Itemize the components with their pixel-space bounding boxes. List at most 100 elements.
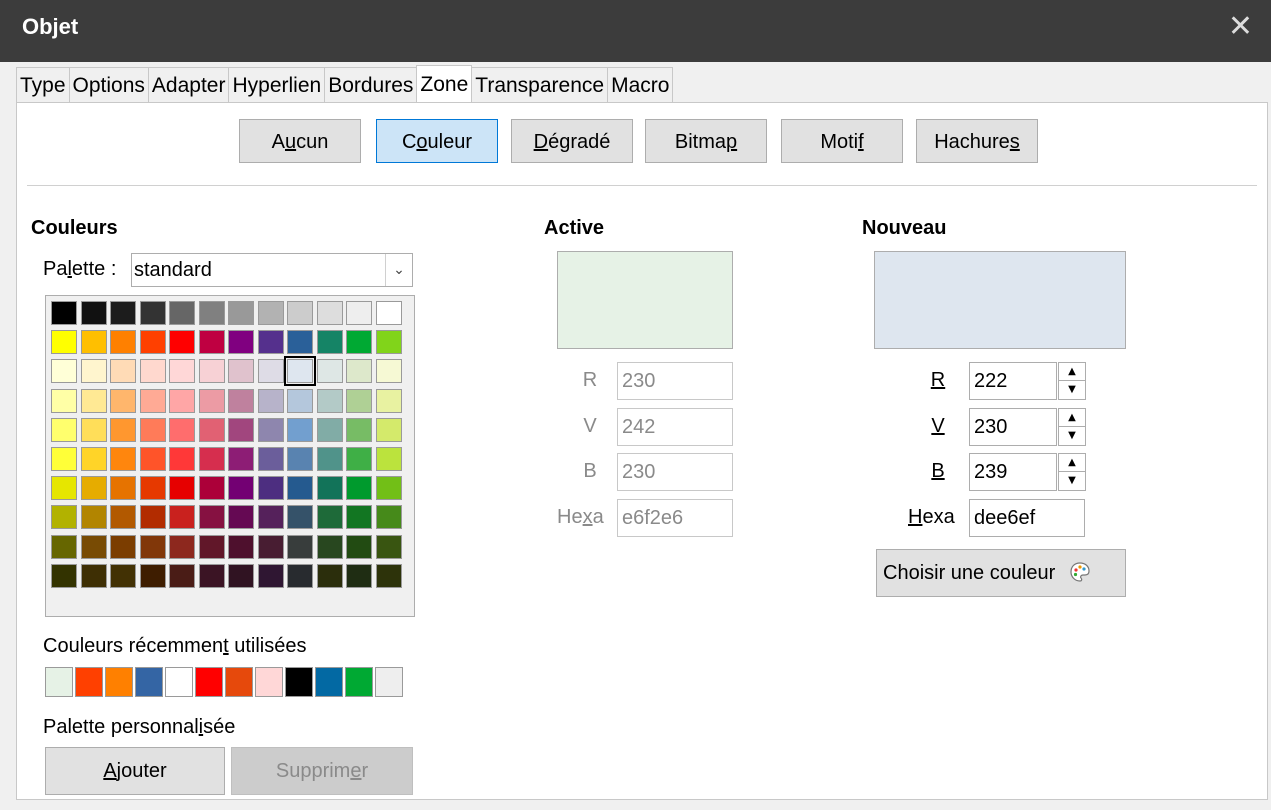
arrow-down-icon[interactable]: ▼ [1059,427,1085,444]
color-swatch[interactable] [346,330,372,355]
color-swatch[interactable] [228,301,254,325]
color-swatch[interactable] [228,388,254,413]
color-swatch[interactable] [375,301,402,325]
color-swatch[interactable] [375,476,402,501]
new-v-field[interactable]: 230 [969,408,1057,446]
color-swatch[interactable] [80,417,107,442]
color-swatch[interactable] [375,359,402,384]
color-swatch[interactable] [110,417,136,442]
color-swatch[interactable] [375,417,402,442]
color-swatch[interactable] [316,330,343,355]
color-swatch[interactable] [287,301,313,325]
color-swatch[interactable] [287,330,313,355]
recent-color-swatch[interactable] [75,667,103,697]
color-swatch[interactable] [139,417,166,442]
color-swatch[interactable] [198,330,225,355]
color-swatch[interactable] [257,505,284,530]
new-b-spinner[interactable]: ▲ ▼ [1058,453,1086,491]
color-swatch[interactable] [346,301,372,325]
color-swatch[interactable] [198,301,225,325]
new-v-spinner[interactable]: ▲ ▼ [1058,408,1086,446]
color-swatch[interactable] [346,359,372,384]
color-swatch[interactable] [287,417,313,442]
color-swatch[interactable] [316,359,343,384]
color-swatch[interactable] [287,505,313,530]
color-swatch[interactable] [346,447,372,471]
color-swatch[interactable] [80,388,107,413]
color-swatch[interactable] [139,447,166,471]
new-r-field[interactable]: 222 [969,362,1057,400]
color-swatch[interactable] [51,417,77,442]
color-swatch[interactable] [257,447,284,471]
color-swatch[interactable] [110,447,136,471]
color-swatch[interactable] [80,359,107,384]
color-swatch[interactable] [139,359,166,384]
color-swatch[interactable] [51,563,77,588]
color-swatch[interactable] [139,563,166,588]
color-swatch[interactable] [228,330,254,355]
recent-color-swatch[interactable] [195,667,223,697]
color-swatch[interactable] [139,505,166,530]
color-swatch[interactable] [228,417,254,442]
tab-adapter[interactable]: Adapter [147,67,230,102]
color-swatch[interactable] [257,417,284,442]
color-swatch[interactable] [316,301,343,325]
pattern-button[interactable]: Motif [781,119,903,163]
recent-color-swatch[interactable] [255,667,283,697]
color-swatch[interactable] [51,388,77,413]
color-swatch[interactable] [198,505,225,530]
arrow-up-icon[interactable]: ▲ [1059,409,1085,427]
color-swatch[interactable] [80,505,107,530]
color-swatch[interactable] [139,534,166,559]
color-swatch[interactable] [51,301,77,325]
color-swatch[interactable] [346,476,372,501]
color-swatch[interactable] [257,534,284,559]
tab-hyperlien[interactable]: Hyperlien [228,67,326,102]
color-swatch[interactable] [198,447,225,471]
color-swatch[interactable] [346,388,372,413]
color-swatch[interactable] [110,534,136,559]
color-swatch[interactable] [169,447,195,471]
arrow-down-icon[interactable]: ▼ [1059,472,1085,489]
color-swatch[interactable] [80,447,107,471]
color-swatch[interactable] [80,563,107,588]
add-button[interactable]: Ajouter [45,747,225,795]
color-swatch[interactable] [257,476,284,501]
remove-button[interactable]: Supprimer [231,747,413,795]
recent-color-swatch[interactable] [285,667,313,697]
color-swatch[interactable] [228,505,254,530]
color-swatch[interactable] [80,330,107,355]
new-b-field[interactable]: 239 [969,453,1057,491]
color-swatch[interactable] [346,417,372,442]
color-swatch[interactable] [228,563,254,588]
color-swatch[interactable] [346,534,372,559]
color-swatch[interactable] [110,476,136,501]
color-swatch[interactable] [257,563,284,588]
color-button[interactable]: Couleur [376,119,498,163]
color-swatch[interactable] [169,534,195,559]
new-r-spinner[interactable]: ▲ ▼ [1058,362,1086,400]
color-swatch[interactable] [375,388,402,413]
color-swatch[interactable] [51,534,77,559]
color-swatch[interactable] [375,534,402,559]
color-swatch[interactable] [169,301,195,325]
color-swatch[interactable] [316,447,343,471]
color-swatch[interactable] [110,563,136,588]
color-swatch[interactable] [375,447,402,471]
color-swatch[interactable] [51,476,77,501]
color-swatch[interactable] [51,505,77,530]
color-swatch[interactable] [169,505,195,530]
hatch-button[interactable]: Hachures [916,119,1038,163]
color-swatch[interactable] [198,476,225,501]
color-swatch[interactable] [287,563,313,588]
arrow-up-icon[interactable]: ▲ [1059,454,1085,472]
tab-macro[interactable]: Macro [607,67,674,102]
color-swatch[interactable] [198,359,225,384]
color-swatch[interactable] [80,476,107,501]
recent-color-swatch[interactable] [135,667,163,697]
new-hex-field[interactable]: dee6ef [969,499,1085,537]
arrow-down-icon[interactable]: ▼ [1059,381,1085,398]
color-swatch[interactable] [110,359,136,384]
color-swatch[interactable] [228,534,254,559]
color-swatch[interactable] [228,359,254,384]
